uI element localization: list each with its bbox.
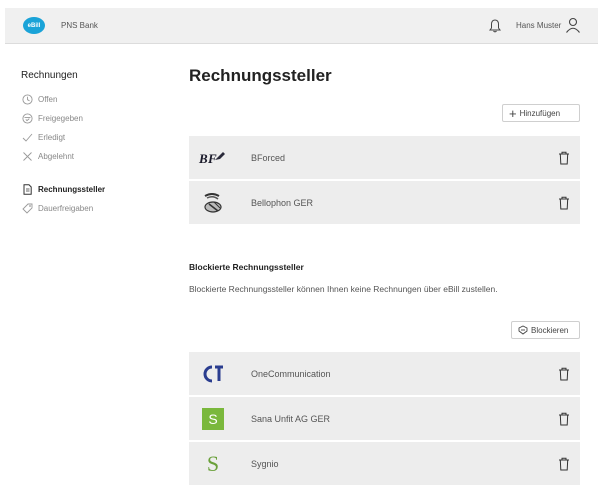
calendar-check-icon <box>21 113 33 125</box>
sidebar-item-label: Dauerfreigaben <box>38 204 94 213</box>
sidebar-item-label: Abgelehnt <box>38 152 75 161</box>
sidebar-item-freigegeben[interactable]: Freigegeben <box>21 109 171 128</box>
page-title: Rechnungssteller <box>189 66 332 85</box>
tag-icon <box>21 203 33 215</box>
sidebar-item-label: Freigegeben <box>38 114 83 123</box>
sidebar-item-rechnungssteller[interactable]: Rechnungssteller <box>21 180 171 199</box>
bell-icon[interactable] <box>489 19 501 33</box>
block-button-label: Blockieren <box>531 325 569 335</box>
clock-icon <box>21 94 33 106</box>
ebill-logo[interactable]: eBill <box>23 17 45 34</box>
trash-icon[interactable] <box>558 151 570 165</box>
user-icon[interactable] <box>565 17 581 33</box>
list-item[interactable]: OneCommunication <box>189 352 580 397</box>
sygnio-logo-letter: S <box>206 450 220 476</box>
add-button-label: Hinzufügen <box>519 108 561 118</box>
sidebar-heading: Rechnungen <box>21 70 78 81</box>
blocked-section-description: Blockierte Rechnungssteller können Ihnen… <box>189 284 498 294</box>
sidebar-item-dauerfreigaben[interactable]: Dauerfreigaben <box>21 199 171 218</box>
checkmark-icon <box>21 132 33 144</box>
svg-text:F: F <box>207 151 217 166</box>
bforced-logo: B F <box>191 149 235 167</box>
x-icon <box>21 151 33 163</box>
biller-name: Sygnio <box>251 458 279 469</box>
sidebar-item-label: Erledigt <box>38 133 66 142</box>
sidebar-item-label: Rechnungssteller <box>38 185 106 194</box>
trash-icon[interactable] <box>558 196 570 210</box>
document-icon <box>21 184 33 196</box>
list-item[interactable]: Bellophon GER <box>189 181 580 226</box>
biller-name: Sana Unfit AG GER <box>251 413 331 424</box>
plus-icon: + <box>509 105 517 121</box>
list-item[interactable]: S Sana Unfit AG GER <box>189 397 580 442</box>
bellophon-logo <box>191 190 235 216</box>
trash-icon[interactable] <box>558 412 570 426</box>
biller-name: OneCommunication <box>251 368 331 379</box>
sidebar-item-offen[interactable]: Offen <box>21 90 171 109</box>
svg-text:B: B <box>198 151 208 166</box>
biller-name: BForced <box>251 152 286 163</box>
block-icon <box>518 325 528 335</box>
trash-icon[interactable] <box>558 457 570 471</box>
trash-icon[interactable] <box>558 367 570 381</box>
sana-logo: S <box>191 407 235 430</box>
sidebar-item-abgelehnt[interactable]: Abgelehnt <box>21 147 171 166</box>
top-bar: eBill PNS Bank Hans Muster <box>5 8 598 44</box>
sana-logo-badge: S <box>202 407 224 430</box>
blocked-biller-list: OneCommunication S Sana Unfit AG GER S S… <box>189 352 580 487</box>
blocked-section-title: Blockierte Rechnungssteller <box>189 262 304 272</box>
biller-name: Bellophon GER <box>251 197 314 208</box>
sidebar-item-erledigt[interactable]: Erledigt <box>21 128 171 147</box>
list-item[interactable]: B F BForced <box>189 136 580 181</box>
sygnio-logo: S <box>191 451 235 477</box>
sidebar-item-label: Offen <box>38 95 58 104</box>
sidebar: Rechnungen Offen Freigegeben Erledigt Ab… <box>21 70 171 218</box>
user-name[interactable]: Hans Muster <box>516 21 561 30</box>
bank-name: PNS Bank <box>61 21 98 30</box>
list-item[interactable]: S Sygnio <box>189 442 580 487</box>
add-biller-button[interactable]: + Hinzufügen <box>502 104 580 122</box>
onecommunication-logo <box>191 364 235 384</box>
biller-list: B F BForced Bellophon GER <box>189 136 580 226</box>
block-biller-button[interactable]: Blockieren <box>511 321 580 339</box>
